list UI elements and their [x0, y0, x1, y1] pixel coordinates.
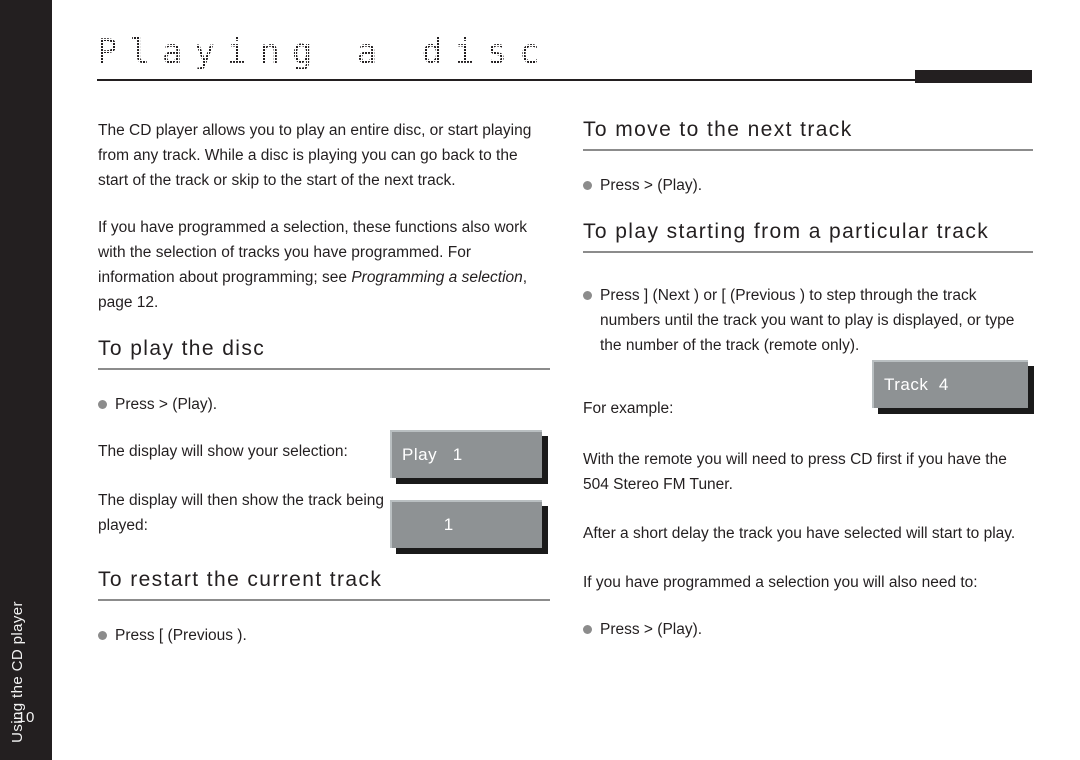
lcd-display-track-four-text: Track 4 — [884, 375, 949, 394]
bullet-dot-icon — [98, 631, 107, 640]
caption-show-selection: The display will show your selection: — [98, 443, 348, 460]
bullet-press-play: Press > (Play). — [98, 392, 550, 417]
intro-paragraph-1: The CD player allows you to play an enti… — [98, 122, 532, 189]
bullet-dot-icon — [583, 181, 592, 190]
page-title-text: Playing a disc — [97, 32, 552, 72]
heading-to-play-the-disc: To play the disc — [98, 337, 550, 370]
intro-paragraph-2: If you have programmed a selection, thes… — [98, 215, 550, 315]
bullet-dot-icon — [583, 291, 592, 300]
heading-to-move-next-track: To move to the next track — [583, 118, 1033, 151]
lcd-display-track-number: 1 — [390, 500, 542, 548]
bullet-press-play-label: Press > (Play). — [115, 396, 218, 413]
caption-show-track: The display will then show the track bei… — [98, 492, 385, 534]
left-column: The CD player allows you to play an enti… — [98, 118, 550, 670]
lcd-display-track-four: Track 4 — [872, 360, 1028, 408]
bullet-press-play-programmed-label: Press > (Play). — [600, 621, 703, 638]
bullet-dot-icon — [583, 625, 592, 634]
heading-to-restart-current-track: To restart the current track — [98, 568, 550, 601]
cross-reference-title: Programming a selection — [351, 269, 523, 286]
bullet-press-play-next: Press > (Play). — [583, 173, 1033, 198]
title-rule-accent-block — [915, 70, 1032, 83]
lcd-display-track-number-text: 1 — [402, 515, 454, 534]
bullet-press-play-programmed: Press > (Play). — [583, 617, 1033, 642]
paragraph-short-delay: After a short delay the track you have s… — [583, 525, 1016, 542]
bullet-press-play-next-label: Press > (Play). — [600, 177, 703, 194]
bullet-press-previous: Press [ (Previous ). — [98, 623, 550, 648]
page-title: Playing a disc — [97, 32, 552, 72]
page-number: 10 — [17, 709, 35, 726]
bullet-press-next-or-previous: Press ] (Next ) or [ (Previous ) to step… — [583, 283, 1033, 358]
lcd-display-play-selection-text: Play 1 — [402, 445, 463, 464]
bullet-press-next-or-previous-label: Press ] (Next ) or [ (Previous ) to step… — [600, 287, 1015, 354]
bullet-dot-icon — [98, 400, 107, 409]
bullet-press-previous-label: Press [ (Previous ). — [115, 627, 247, 644]
lcd-display-play-selection: Play 1 — [390, 430, 542, 478]
caption-for-example: For example: — [583, 400, 674, 417]
heading-play-from-particular-track: To play starting from a particular track — [583, 220, 1033, 253]
title-rule — [97, 79, 1032, 81]
paragraph-programmed-selection: If you have programmed a selection you w… — [583, 574, 978, 591]
sidebar: Using the CD player 10 — [0, 0, 52, 760]
paragraph-remote-cd: With the remote you will need to press C… — [583, 451, 1007, 493]
